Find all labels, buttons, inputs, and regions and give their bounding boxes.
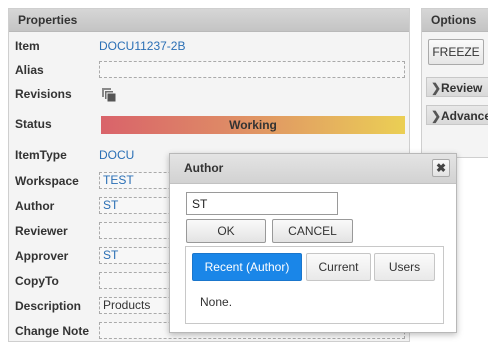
alias-label: Alias	[15, 63, 44, 77]
dialog-header: Author ✖	[170, 154, 456, 184]
author-tabs: Recent (Author) Current Users None.	[185, 246, 444, 324]
itemtype-label: ItemType	[15, 148, 67, 162]
empty-text: None.	[200, 295, 233, 309]
dialog-title: Author	[184, 161, 224, 175]
itemtype-link[interactable]: DOCU	[99, 144, 134, 166]
chevron-right-icon: ❯	[431, 109, 442, 123]
options-panel: Options FREEZE ❯Review ❯Advance	[421, 8, 488, 158]
author-search-input[interactable]	[186, 192, 338, 215]
copyto-label: CopyTo	[15, 274, 59, 288]
freeze-button[interactable]: FREEZE	[428, 39, 484, 65]
description-label: Description	[15, 299, 82, 313]
revisions-row: Revisions	[9, 83, 409, 105]
properties-header: Properties	[9, 9, 409, 32]
reviewer-label: Reviewer	[15, 224, 68, 238]
author-dialog: Author ✖ OK CANCEL Recent (Author) Curre…	[169, 153, 457, 333]
item-label: Item	[15, 39, 40, 53]
close-icon: ✖	[435, 161, 447, 175]
revisions-label: Revisions	[15, 87, 72, 101]
options-header: Options	[422, 9, 488, 32]
status-row: Status Working	[9, 113, 409, 135]
tab-users[interactable]: Users	[374, 253, 435, 281]
alias-row: Alias	[9, 59, 409, 81]
alias-field[interactable]	[99, 61, 405, 78]
item-row: Item DOCU11237-2B	[9, 35, 409, 57]
changenote-label: Change Note	[15, 324, 90, 338]
approver-label: Approver	[15, 249, 69, 263]
tab-current[interactable]: Current	[306, 253, 371, 281]
chevron-right-icon: ❯	[431, 81, 442, 95]
cancel-button[interactable]: CANCEL	[272, 219, 353, 243]
revisions-stack-icon[interactable]	[101, 87, 117, 103]
close-button[interactable]: ✖	[432, 159, 450, 177]
status-bar: Working	[101, 116, 405, 134]
options-item-label: Advance	[441, 109, 488, 123]
item-link[interactable]: DOCU11237-2B	[99, 35, 185, 57]
options-item-label: Review	[441, 81, 483, 95]
workspace-label: Workspace	[15, 174, 79, 188]
ok-button[interactable]: OK	[186, 219, 266, 243]
options-item-advance[interactable]: ❯Advance	[426, 105, 488, 125]
tab-recent-author[interactable]: Recent (Author)	[192, 253, 302, 281]
options-item-review[interactable]: ❯Review	[426, 77, 488, 97]
author-label: Author	[15, 199, 55, 213]
status-label: Status	[15, 117, 52, 131]
